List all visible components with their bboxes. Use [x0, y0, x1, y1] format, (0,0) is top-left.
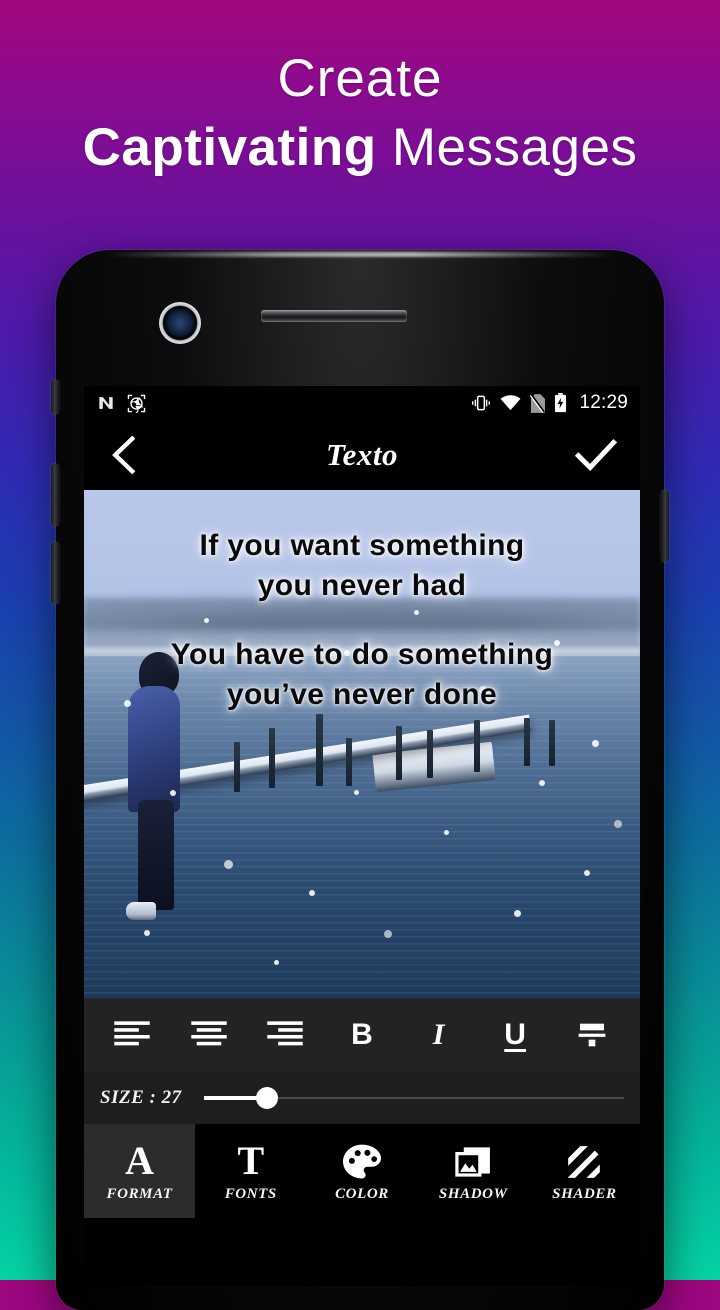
underline-icon[interactable]: U [484, 1006, 546, 1064]
promo-line-1: Create [277, 49, 443, 108]
phone-mockup: 12:29 Texto If you want something you ne… [51, 250, 669, 1310]
tab-fonts[interactable]: T FONTS [195, 1124, 307, 1218]
snowflake [170, 790, 176, 796]
dock-post [316, 714, 323, 786]
side-button-top-left[interactable] [51, 380, 59, 414]
nougat-n-icon [96, 393, 116, 413]
camera-shutter-icon [126, 393, 147, 414]
tab-shader[interactable]: SHADER [528, 1124, 640, 1218]
letter-t-glyph: T [237, 1138, 265, 1183]
edit-canvas[interactable]: If you want something you never had You … [84, 490, 640, 998]
tab-color-label: COLOR [335, 1186, 389, 1202]
status-bar-clock: 12:29 [579, 392, 628, 413]
format-toolbar: B I U [84, 998, 640, 1072]
snowflake [592, 740, 599, 747]
size-control-row: SIZE : 27 [84, 1072, 640, 1124]
quote-line-4: you’ve never done [226, 677, 498, 711]
quote-line-1: If you want something [199, 529, 525, 562]
snowflake [584, 870, 590, 876]
tab-fonts-label: FONTS [224, 1186, 277, 1202]
align-center-icon[interactable] [178, 1006, 240, 1064]
snowflake [144, 930, 150, 936]
battery-charging-icon [554, 393, 567, 413]
tab-format[interactable]: A FORMAT [84, 1124, 196, 1218]
app-bar: Texto [84, 420, 640, 490]
volume-down-button[interactable] [51, 542, 59, 604]
no-sim-icon [530, 393, 546, 413]
tab-color[interactable]: COLOR [306, 1124, 418, 1218]
bottom-tab-bar: A FORMAT T FONTS COLOR SHADOW SHADER [84, 1124, 640, 1218]
earpiece-speaker-icon [261, 310, 407, 322]
back-chevron-icon[interactable] [106, 435, 140, 475]
promo-line-2: Captivating Messages [0, 121, 720, 174]
palette-icon [341, 1139, 383, 1181]
snowflake [274, 960, 279, 965]
status-bar: 12:29 [84, 386, 640, 420]
dock-post [524, 718, 530, 766]
tab-format-label: FORMAT [106, 1186, 173, 1202]
status-bar-right: 12:29 [471, 392, 628, 414]
size-label: SIZE : 27 [100, 1087, 182, 1108]
dock-post [396, 726, 402, 780]
person-shoe [126, 902, 156, 920]
dock-post [234, 742, 240, 792]
promo-headline: Create Captivating Messages [0, 52, 720, 174]
snowflake [309, 890, 315, 896]
diagonal-stripes-icon [564, 1139, 604, 1181]
dock-post [549, 720, 555, 766]
italic-icon[interactable]: I [408, 1006, 470, 1064]
bold-icon[interactable]: B [331, 1006, 393, 1064]
slider-thumb[interactable] [255, 1087, 278, 1109]
italic-glyph: I [432, 1018, 445, 1051]
snowflake [514, 910, 521, 917]
letter-a-icon: A [125, 1139, 154, 1181]
person-legs [138, 800, 174, 910]
letter-a-glyph: A [125, 1138, 155, 1183]
size-slider[interactable] [203, 1087, 624, 1109]
status-bar-left [96, 393, 147, 414]
tab-shader-label: SHADER [552, 1186, 617, 1202]
volume-up-button[interactable] [51, 464, 59, 526]
dock-post [427, 730, 433, 778]
tab-shadow-label: SHADOW [438, 1186, 508, 1202]
canvas-quote-text[interactable]: If you want something you never had You … [84, 526, 640, 714]
promo-line-2-bold: Captivating [82, 118, 377, 177]
bezel-highlight [104, 252, 616, 257]
vibrate-icon [471, 395, 491, 411]
dock-post [474, 720, 480, 772]
power-button[interactable] [661, 490, 669, 562]
tab-shadow[interactable]: SHADOW [417, 1124, 529, 1218]
snowflake [444, 830, 449, 835]
dock-post [346, 738, 352, 786]
phone-screen: 12:29 Texto If you want something you ne… [84, 386, 640, 1286]
align-right-icon[interactable] [254, 1006, 316, 1064]
promo-line-2-rest: Messages [376, 118, 638, 177]
wifi-icon [500, 395, 521, 411]
quote-spacer [98, 605, 626, 635]
snowflake [224, 860, 233, 869]
snowflake [354, 790, 359, 795]
dock-post [269, 728, 275, 788]
quote-line-3: You have to do something [170, 638, 554, 672]
photo-stack-icon [453, 1139, 493, 1181]
snowflake [539, 780, 545, 786]
check-icon[interactable] [574, 437, 618, 473]
align-left-icon[interactable] [101, 1006, 163, 1064]
quote-line-2: you never had [257, 568, 467, 602]
strikethrough-icon[interactable] [561, 1006, 623, 1064]
page-title: Texto [326, 437, 398, 472]
underline-glyph: U [504, 1018, 526, 1051]
snowflake [384, 930, 392, 938]
snowflake [614, 820, 622, 828]
letter-t-icon: T [237, 1139, 264, 1181]
front-camera-icon [159, 302, 201, 344]
bold-glyph: B [351, 1018, 373, 1051]
